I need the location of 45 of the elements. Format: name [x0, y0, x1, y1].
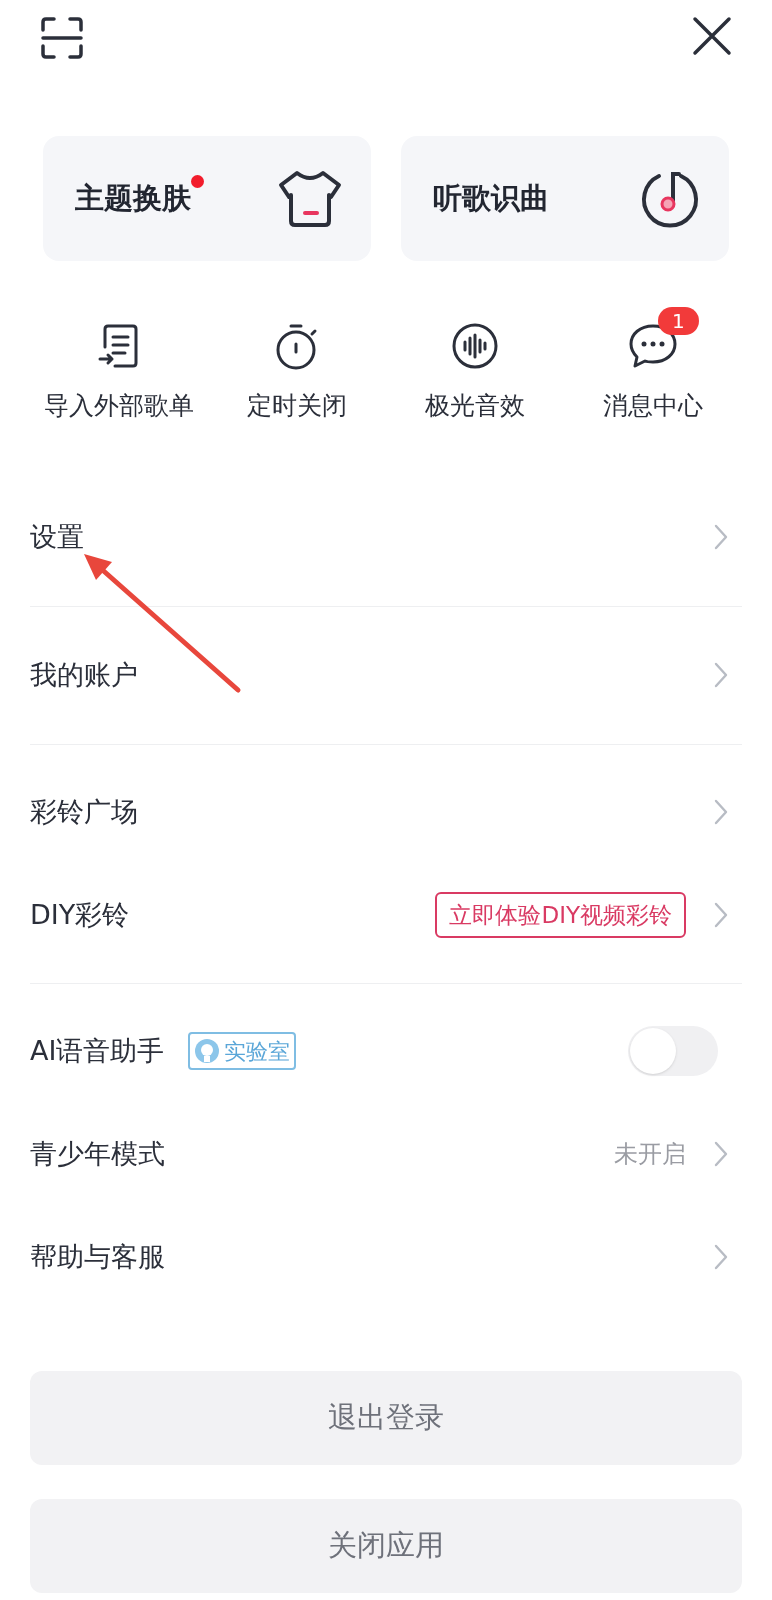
shortcut-label: 导入外部歌单	[44, 390, 194, 422]
promo-tag[interactable]: 立即体验DIY视频彩铃	[435, 892, 686, 938]
chevron-right-icon	[714, 1141, 728, 1167]
menu-label: DIY彩铃	[30, 897, 130, 932]
menu-row[interactable]: 设置	[30, 485, 742, 589]
card-title: 听歌识曲	[433, 179, 549, 217]
sound-wave-icon	[451, 322, 499, 370]
shortcut-item[interactable]: 1 消息中心	[564, 305, 742, 425]
chevron-right-icon	[714, 902, 728, 928]
shortcut-label: 消息中心	[603, 390, 703, 422]
shortcut-label: 定时关闭	[247, 390, 347, 422]
action-button[interactable]: 退出登录	[30, 1370, 742, 1465]
chevron-right-icon	[714, 799, 728, 825]
menu-label: 彩铃广场	[30, 794, 138, 829]
feature-card[interactable]: 主题换肤	[43, 136, 371, 261]
action-button[interactable]: 关闭应用	[30, 1498, 742, 1593]
menu-row[interactable]: 青少年模式 未开启	[30, 1102, 742, 1206]
unread-badge: 1	[658, 307, 699, 335]
shortcut-item[interactable]: 导入外部歌单	[30, 305, 208, 425]
import-list-icon	[97, 323, 141, 369]
card-title: 主题换肤	[75, 179, 191, 217]
menu-label: AI语音助手	[30, 1033, 165, 1068]
shirt-icon	[277, 168, 343, 229]
menu-label: 设置	[30, 519, 84, 554]
shortcut-label: 极光音效	[425, 390, 525, 422]
chevron-right-icon	[714, 524, 728, 550]
menu-row[interactable]: AI语音助手 实验室	[30, 999, 742, 1103]
toggle-switch[interactable]	[628, 1026, 718, 1076]
chevron-right-icon	[714, 1244, 728, 1270]
robot-icon	[194, 1038, 221, 1064]
menu-row[interactable]: 帮助与客服	[30, 1205, 742, 1309]
shortcut-item[interactable]: 极光音效	[386, 305, 564, 425]
menu-row[interactable]: DIY彩铃 立即体验DIY视频彩铃	[30, 863, 742, 967]
menu-label: 帮助与客服	[30, 1239, 165, 1274]
menu-label: 我的账户	[30, 657, 138, 692]
menu-row[interactable]: 彩铃广场	[30, 760, 742, 864]
menu-label: 青少年模式	[30, 1136, 165, 1171]
status-value: 未开启	[614, 1139, 686, 1170]
close-icon[interactable]	[692, 16, 732, 56]
lab-tag: 实验室	[188, 1032, 297, 1070]
menu-row[interactable]: 我的账户	[30, 623, 742, 727]
shortcut-item[interactable]: 定时关闭	[208, 305, 386, 425]
feature-card[interactable]: 听歌识曲	[401, 136, 729, 261]
scan-icon[interactable]	[40, 16, 84, 60]
chevron-right-icon	[714, 662, 728, 688]
